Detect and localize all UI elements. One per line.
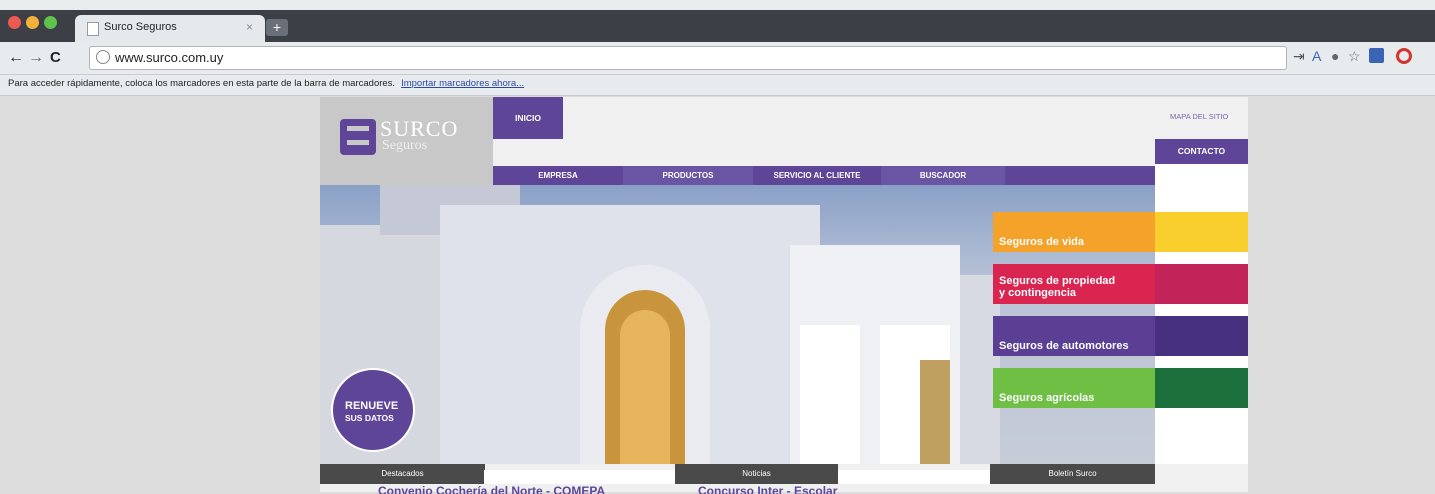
- menu-item-servicio[interactable]: SERVICIO AL CLIENTE: [754, 166, 880, 185]
- logo-mark-stripe: [347, 140, 369, 145]
- close-window-button[interactable]: [8, 16, 21, 29]
- category-label: Seguros de automotores: [999, 340, 1129, 352]
- new-tab-button[interactable]: +: [266, 19, 288, 36]
- url-text[interactable]: www.surco.com.uy: [115, 46, 223, 69]
- translate-icon[interactable]: A: [1312, 48, 1321, 64]
- category-agricolas-accent: [1155, 368, 1248, 408]
- category-label: Seguros de vida: [999, 236, 1084, 248]
- category-propiedad-accent: [1155, 264, 1248, 304]
- noticias-panel-top: [838, 470, 990, 484]
- destacados-panel-top: [484, 470, 675, 484]
- tab-boletin[interactable]: Boletín Surco: [990, 464, 1155, 484]
- zoom-window-button[interactable]: [44, 16, 57, 29]
- page-icon: [87, 22, 99, 36]
- tab-destacados[interactable]: Destacados: [320, 464, 485, 484]
- sitemap-link[interactable]: MAPA DEL SITIO: [1170, 112, 1228, 122]
- bookmarks-message: Para acceder rápidamente, coloca los mar…: [8, 77, 524, 91]
- menu-item-empresa[interactable]: EMPRESA: [493, 166, 623, 185]
- category-vida-accent: [1155, 212, 1248, 252]
- tab-noticias[interactable]: Noticias: [675, 464, 838, 484]
- extension-icon[interactable]: [1396, 48, 1412, 64]
- tab-title: Surco Seguros: [104, 21, 177, 33]
- download-icon[interactable]: [1369, 48, 1384, 63]
- renueve-label: RENUEVE: [345, 400, 399, 412]
- category-automotores-accent: [1155, 316, 1248, 356]
- logo-mark-stripe: [347, 126, 369, 131]
- category-agricolas[interactable]: Seguros agrícolas: [993, 368, 1155, 408]
- pin-icon[interactable]: ⇥: [1293, 48, 1305, 64]
- import-bookmarks-link[interactable]: Importar marcadores ahora...: [401, 78, 524, 89]
- category-automotores[interactable]: Seguros de automotores: [993, 316, 1155, 356]
- lightbulb-icon[interactable]: ●: [1331, 48, 1339, 64]
- category-label: Seguros agrícolas: [999, 392, 1095, 404]
- contact-button[interactable]: CONTACTO: [1155, 139, 1248, 164]
- tab-close-icon[interactable]: ×: [246, 18, 253, 36]
- right-column: [1155, 164, 1248, 464]
- news-headline[interactable]: Convenio Cochería del Norte - COMEPA: [378, 484, 663, 494]
- back-button[interactable]: ←: [8, 48, 24, 68]
- logo-mark: [340, 119, 376, 155]
- nav-home[interactable]: INICIO: [493, 97, 563, 139]
- reload-button[interactable]: C: [50, 48, 61, 68]
- address-bar[interactable]: [89, 46, 1287, 70]
- forward-button[interactable]: →: [28, 48, 44, 68]
- news-headline[interactable]: Concurso Inter - Escolar: [698, 484, 898, 494]
- menu-item-buscador[interactable]: BUSCADOR: [881, 166, 1005, 185]
- bookmarks-prompt: Para acceder rápidamente, coloca los mar…: [8, 78, 396, 89]
- category-vida[interactable]: Seguros de vida: [993, 212, 1155, 252]
- category-propiedad[interactable]: Seguros de propiedad y contingencia: [993, 264, 1155, 304]
- menu-item-productos[interactable]: PRODUCTOS: [623, 166, 753, 185]
- star-icon[interactable]: ☆: [1348, 48, 1361, 64]
- minimize-window-button[interactable]: [26, 16, 39, 29]
- logo-subtitle: Seguros: [382, 138, 428, 153]
- category-label: Seguros de propiedad y contingencia: [999, 275, 1116, 299]
- sus-datos-label: SUS DATOS: [345, 413, 394, 423]
- window-top-edge: [0, 0, 1435, 10]
- globe-icon: [96, 50, 110, 64]
